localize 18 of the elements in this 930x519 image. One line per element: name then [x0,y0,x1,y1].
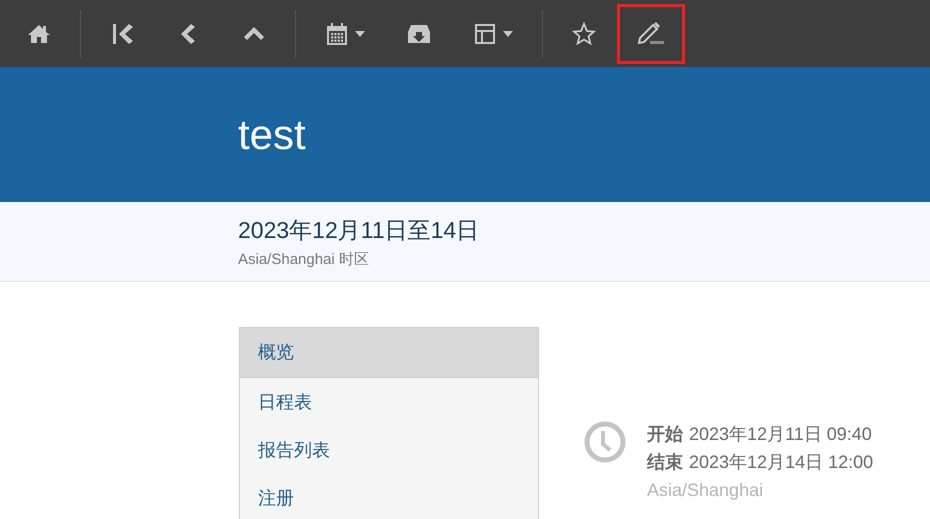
timezone-label: Asia/Shanghai 时区 [238,250,370,268]
start-time: 开始 2023年12月11日 09:40 [647,423,873,446]
menu-item[interactable]: 报告列表 [240,426,538,474]
timezone-text: Asia/Shanghai [647,479,764,502]
caret-icon [503,30,513,36]
menu-item[interactable]: 注册 [240,474,538,519]
caret-icon [355,30,365,36]
layout-icon [473,22,497,46]
page-title: test [238,110,306,158]
highlighted-toolbar-button[interactable] [617,4,685,64]
calendar-icon [325,22,349,46]
menu-item[interactable]: 概览 [240,328,538,378]
star-icon [572,22,596,46]
clock-icon [583,420,627,464]
pencil-icon [636,20,666,46]
end-time: 结束 2023年12月14日 12:00 [647,451,874,474]
menu-item[interactable]: 日程表 [240,378,538,426]
event-dates: 2023年12月11日至14日 [238,216,480,244]
